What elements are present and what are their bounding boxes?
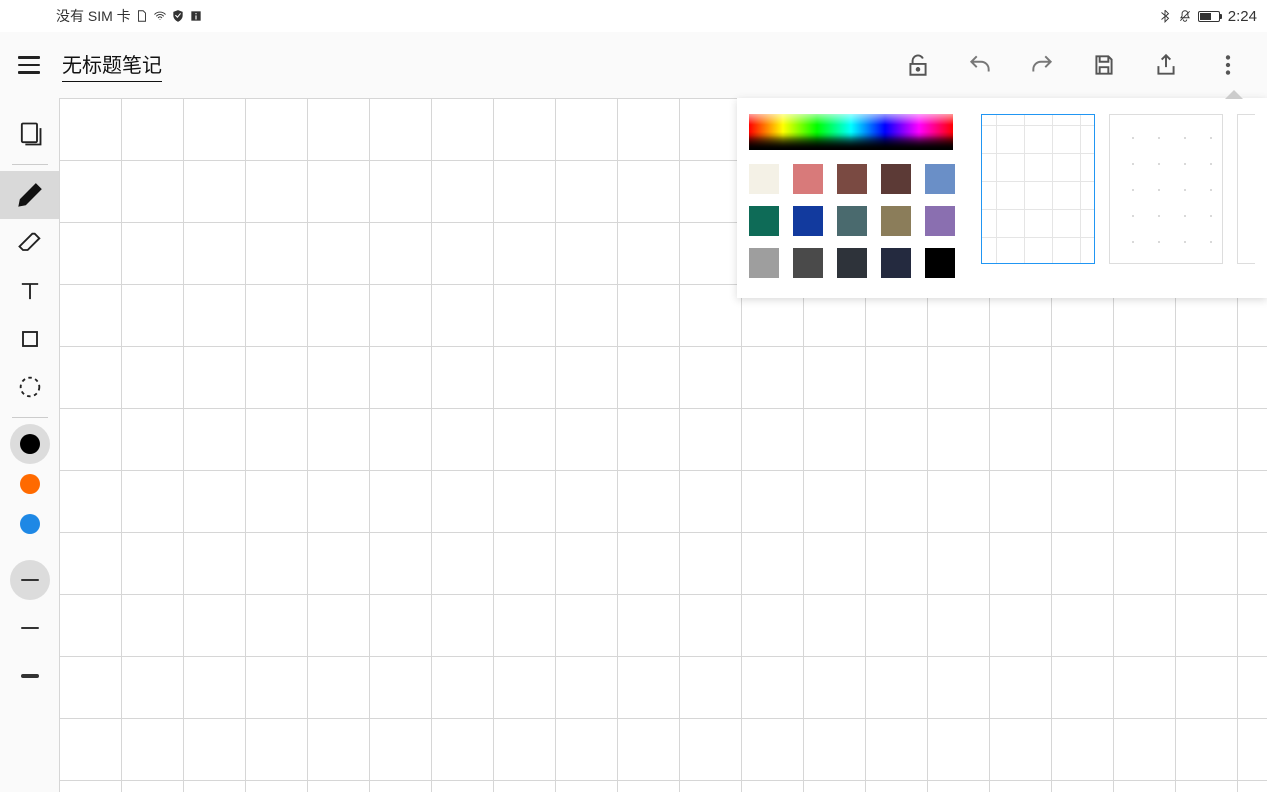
status-bar: 没有 SIM 卡 2:24: [0, 0, 1267, 32]
stroke-medium[interactable]: [10, 608, 50, 648]
undo-icon: [967, 52, 993, 78]
hamburger-icon: [18, 56, 40, 74]
undo-button[interactable]: [963, 48, 997, 82]
palette-swatch[interactable]: [925, 164, 955, 194]
app-bar: 无标题笔记: [0, 32, 1267, 98]
palette-swatch[interactable]: [881, 164, 911, 194]
color-black[interactable]: [10, 424, 50, 464]
palette-swatch[interactable]: [749, 248, 779, 278]
note-title[interactable]: 无标题笔记: [62, 49, 162, 82]
background-picker-popup: [737, 98, 1267, 298]
line-icon: [21, 627, 39, 630]
line-icon: [21, 579, 39, 581]
lock-button[interactable]: [901, 48, 935, 82]
palette-swatch[interactable]: [881, 248, 911, 278]
save-button[interactable]: [1087, 48, 1121, 82]
info-icon: [189, 9, 203, 23]
shape-tool[interactable]: [0, 315, 59, 363]
mute-icon: [1178, 9, 1192, 23]
color-blue[interactable]: [10, 504, 50, 544]
eraser-icon: [16, 229, 44, 257]
separator: [12, 417, 48, 418]
tool-sidebar: [0, 98, 59, 792]
palette-swatch[interactable]: [793, 206, 823, 236]
pen-icon: [16, 181, 44, 209]
template-blank[interactable]: [1237, 114, 1255, 264]
palette-swatch[interactable]: [793, 248, 823, 278]
status-time: 2:24: [1228, 8, 1257, 25]
palette-swatch[interactable]: [837, 164, 867, 194]
template-section: [981, 114, 1255, 282]
line-icon: [21, 674, 39, 678]
save-icon: [1091, 52, 1117, 78]
palette-swatch[interactable]: [749, 206, 779, 236]
stroke-thick[interactable]: [10, 656, 50, 696]
palette-swatch[interactable]: [837, 206, 867, 236]
palette-swatch[interactable]: [793, 164, 823, 194]
status-left: 没有 SIM 卡: [10, 6, 203, 26]
pen-tool[interactable]: [0, 171, 59, 219]
square-icon: [16, 325, 44, 353]
battery-icon: [1198, 11, 1220, 22]
page-icon: [16, 120, 44, 148]
sim-icon: [135, 9, 149, 23]
palette-swatch[interactable]: [925, 206, 955, 236]
lasso-icon: [16, 373, 44, 401]
separator: [12, 164, 48, 165]
palette-swatch[interactable]: [749, 164, 779, 194]
unlock-icon: [905, 52, 931, 78]
menu-button[interactable]: [10, 46, 48, 84]
eraser-tool[interactable]: [0, 219, 59, 267]
palette-swatch[interactable]: [837, 248, 867, 278]
palette-swatch[interactable]: [925, 248, 955, 278]
palette-swatch[interactable]: [881, 206, 911, 236]
color-spectrum[interactable]: [749, 114, 953, 150]
redo-icon: [1029, 52, 1055, 78]
dot-icon: [20, 474, 40, 494]
popup-arrow-icon: [1225, 90, 1243, 99]
bluetooth-icon: [1158, 9, 1172, 23]
dot-icon: [20, 514, 40, 534]
text-icon: [16, 277, 44, 305]
sim-text: 没有 SIM 卡: [56, 6, 131, 26]
more-vert-icon: [1215, 52, 1241, 78]
shield-icon: [171, 9, 185, 23]
template-dots[interactable]: [1109, 114, 1223, 264]
more-button[interactable]: [1211, 48, 1245, 82]
share-button[interactable]: [1149, 48, 1183, 82]
share-icon: [1153, 52, 1179, 78]
dot-icon: [20, 434, 40, 454]
stroke-thin[interactable]: [10, 560, 50, 600]
color-orange[interactable]: [10, 464, 50, 504]
redo-button[interactable]: [1025, 48, 1059, 82]
top-actions: [901, 48, 1245, 82]
color-palette: [749, 164, 963, 278]
page-tool[interactable]: [0, 110, 59, 158]
lasso-tool[interactable]: [0, 363, 59, 411]
wifi-icon: [153, 9, 167, 23]
status-right: 2:24: [1158, 8, 1257, 25]
template-grid[interactable]: [981, 114, 1095, 264]
color-picker-section: [749, 114, 963, 282]
text-tool[interactable]: [0, 267, 59, 315]
